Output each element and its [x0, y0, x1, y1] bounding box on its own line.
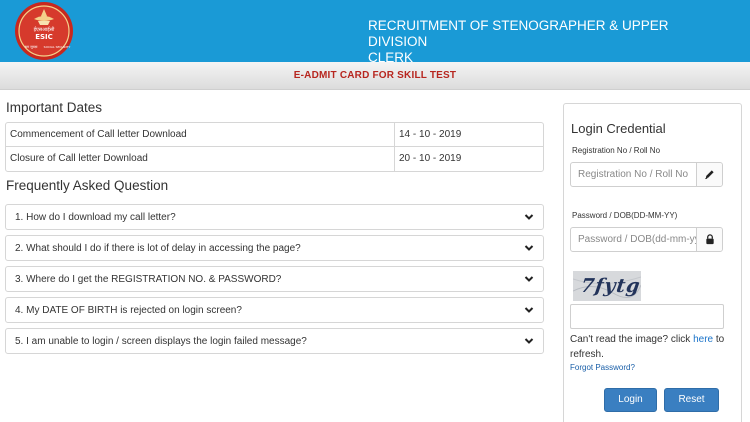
- chevron-down-icon[interactable]: [524, 212, 534, 222]
- date-value: 20 - 10 - 2019: [399, 153, 462, 164]
- forgot-password-link[interactable]: Forgot Password?: [570, 363, 635, 372]
- faq-item-3[interactable]: 3. Where do I get the REGISTRATION NO. &…: [5, 266, 544, 292]
- faq-question: 5. I am unable to login / screen display…: [15, 336, 307, 347]
- registration-label: Registration No / Roll No: [572, 146, 661, 155]
- admit-card-title: E-ADMIT CARD FOR SKILL TEST: [293, 70, 457, 81]
- password-input[interactable]: [571, 228, 696, 251]
- reset-button[interactable]: Reset: [664, 388, 719, 412]
- page-title: RECRUITMENT OF STENOGRAPHER & UPPER DIVI…: [368, 18, 728, 66]
- faq-question: 3. Where do I get the REGISTRATION NO. &…: [15, 274, 282, 285]
- important-dates-table: Commencement of Call letter Download 14 …: [5, 122, 544, 172]
- registration-input[interactable]: [571, 163, 696, 186]
- faq-item-2[interactable]: 2. What should I do if there is lot of d…: [5, 235, 544, 261]
- date-label: Commencement of Call letter Download: [6, 123, 395, 146]
- faq-list: 1. How do I download my call letter? 2. …: [5, 204, 544, 359]
- login-title: Login Credential: [571, 121, 666, 136]
- page-header: ईएसआईसी ESIC श्रम सुरक्षा SOCIAL SECURIT…: [0, 0, 750, 65]
- logo-text-top: ईएसआईसी: [34, 26, 56, 33]
- faq-item-1[interactable]: 1. How do I download my call letter?: [5, 204, 544, 230]
- password-label: Password / DOB(DD-MM-YY): [572, 211, 678, 220]
- chevron-down-icon[interactable]: [524, 305, 534, 315]
- logo-text-bottom-right: SOCIAL SECURITY: [44, 45, 71, 49]
- captcha-refresh-link[interactable]: here: [693, 334, 713, 345]
- password-input-group: [570, 227, 723, 252]
- captcha-image: 7fytg: [573, 271, 641, 301]
- important-dates-heading: Important Dates: [6, 100, 103, 115]
- faq-question: 1. How do I download my call letter?: [15, 212, 176, 223]
- chevron-down-icon[interactable]: [524, 274, 534, 284]
- esic-logo: ईएसआईसी ESIC श्रम सुरक्षा SOCIAL SECURIT…: [6, 1, 82, 61]
- faq-item-4[interactable]: 4. My DATE OF BIRTH is rejected on login…: [5, 297, 544, 323]
- date-value: 14 - 10 - 2019: [399, 129, 462, 140]
- chevron-down-icon[interactable]: [524, 336, 534, 346]
- chevron-down-icon[interactable]: [524, 243, 534, 253]
- captcha-refresh-text: Can't read the image? click here to refr…: [570, 332, 730, 362]
- faq-question: 2. What should I do if there is lot of d…: [15, 243, 301, 254]
- page-title-line1: RECRUITMENT OF STENOGRAPHER & UPPER DIVI…: [368, 18, 669, 49]
- login-button[interactable]: Login: [604, 388, 657, 412]
- pencil-icon: [696, 163, 722, 186]
- subheader-bar: E-ADMIT CARD FOR SKILL TEST: [0, 62, 750, 90]
- table-row: Closure of Call letter Download 20 - 10 …: [6, 147, 543, 171]
- logo-text-center: ESIC: [35, 33, 53, 41]
- logo-text-bottom-left: श्रम सुरक्षा: [25, 45, 38, 49]
- faq-question: 4. My DATE OF BIRTH is rejected on login…: [15, 305, 242, 316]
- captcha-input[interactable]: [570, 304, 724, 329]
- lock-icon: [696, 228, 722, 251]
- date-label: Closure of Call letter Download: [6, 147, 395, 171]
- cant-read-prefix: Can't read the image? click: [570, 334, 694, 345]
- faq-item-5[interactable]: 5. I am unable to login / screen display…: [5, 328, 544, 354]
- login-panel: Login Credential Registration No / Roll …: [563, 103, 742, 422]
- faq-heading: Frequently Asked Question: [6, 178, 169, 193]
- table-row: Commencement of Call letter Download 14 …: [6, 123, 543, 147]
- captcha-text: 7fytg: [579, 275, 641, 297]
- registration-input-group: [570, 162, 723, 187]
